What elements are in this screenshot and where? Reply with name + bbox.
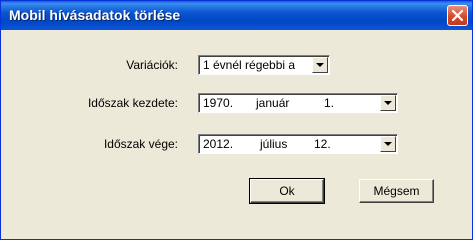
start-month[interactable]: január bbox=[256, 96, 289, 110]
variations-value: 1 évnél régebbi a bbox=[203, 58, 296, 72]
start-year[interactable]: 1970. bbox=[203, 96, 233, 110]
cancel-button[interactable]: Mégsem bbox=[359, 179, 434, 203]
end-date-picker[interactable]: 2012. július 12. bbox=[198, 134, 398, 154]
end-date-label: Időszak vége: bbox=[103, 137, 178, 151]
start-date-dropdown-button[interactable] bbox=[380, 95, 396, 111]
dialog-body: Variációk: 1 évnél régebbi a Időszak kez… bbox=[1, 30, 472, 239]
close-button[interactable] bbox=[447, 5, 468, 26]
chevron-down-icon bbox=[384, 142, 392, 146]
dialog-window: Mobil hívásadatok törlése Variációk: 1 é… bbox=[0, 0, 473, 240]
end-month[interactable]: július bbox=[260, 137, 287, 151]
ok-button[interactable]: Ok bbox=[249, 178, 325, 204]
window-title: Mobil hívásadatok törlése bbox=[9, 7, 181, 23]
start-day[interactable]: 1. bbox=[324, 96, 334, 110]
end-date-dropdown-button[interactable] bbox=[380, 136, 396, 152]
title-bar[interactable]: Mobil hívásadatok törlése bbox=[1, 1, 472, 30]
variations-label: Variációk: bbox=[126, 58, 178, 72]
variations-dropdown-button[interactable] bbox=[312, 57, 328, 73]
start-date-picker[interactable]: 1970. január 1. bbox=[198, 93, 398, 113]
variations-select[interactable]: 1 évnél régebbi a bbox=[198, 55, 330, 75]
chevron-down-icon bbox=[384, 101, 392, 105]
end-day[interactable]: 12. bbox=[314, 137, 331, 151]
chevron-down-icon bbox=[316, 63, 324, 67]
start-date-label: Időszak kezdete: bbox=[87, 96, 178, 110]
close-icon bbox=[452, 10, 463, 21]
end-year[interactable]: 2012. bbox=[203, 137, 233, 151]
